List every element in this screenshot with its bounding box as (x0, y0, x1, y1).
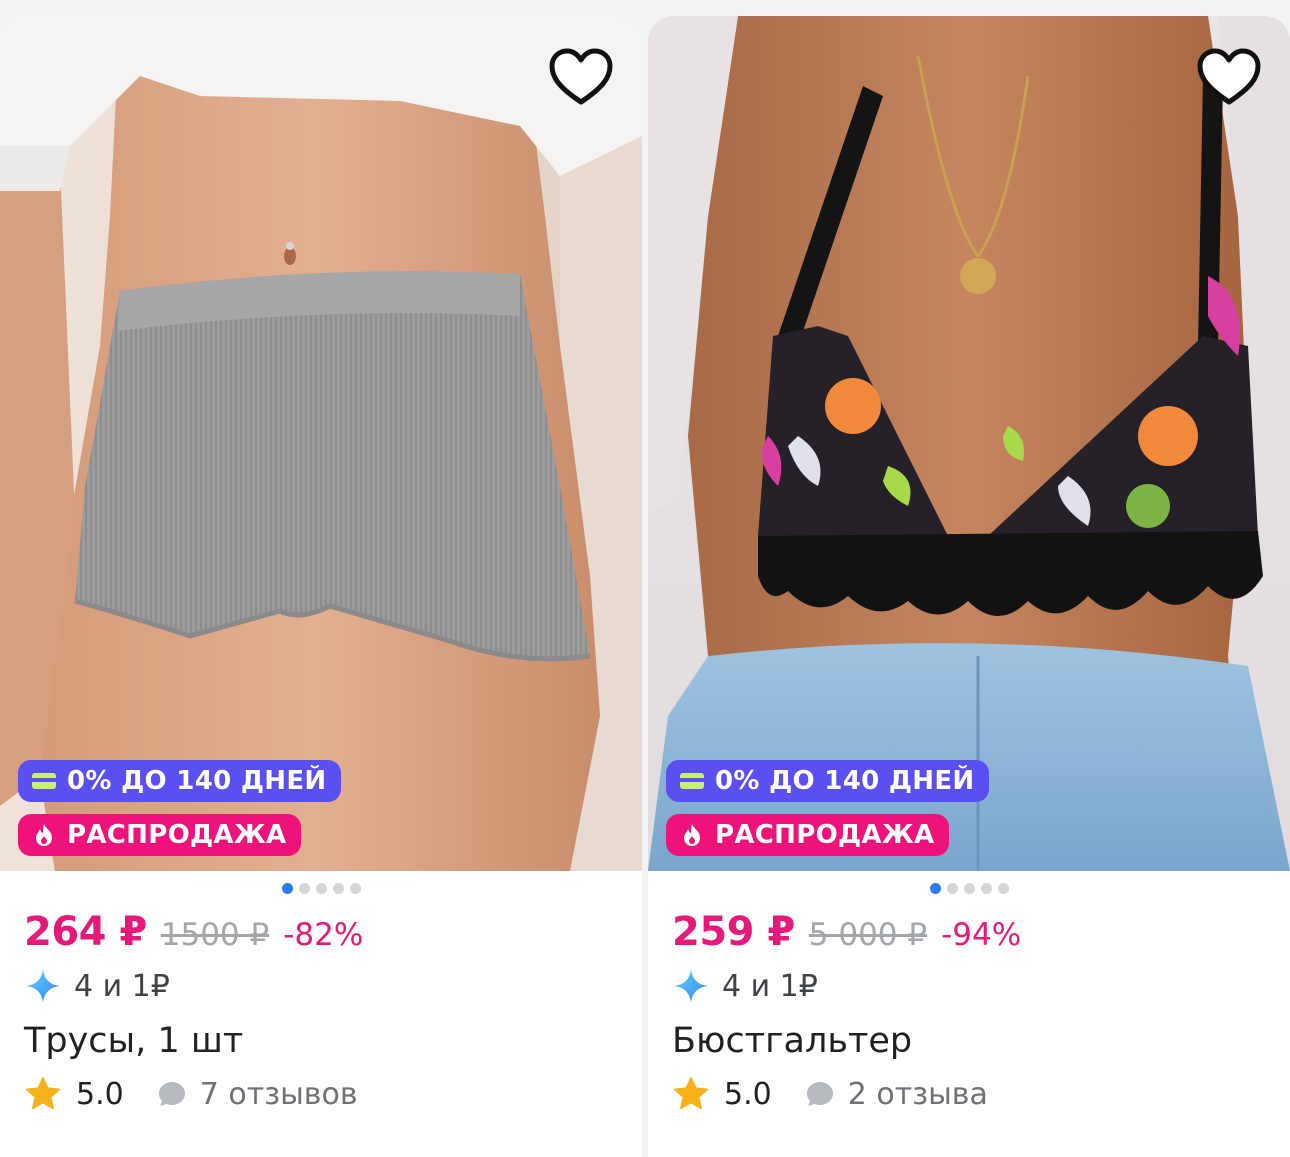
product-title[interactable]: Бюстгальтер (672, 1021, 1266, 1061)
product-grid: 0% ДО 140 ДНЕЙ РАСПРОДАЖА 264 ₽ 1500 ₽ -… (0, 0, 1290, 1157)
carousel-dot[interactable] (946, 883, 958, 894)
points-row: 4 и 1₽ (672, 967, 1266, 1005)
card-icon (32, 773, 56, 789)
rating-value: 5.0 (76, 1076, 124, 1112)
old-price: 5 000 ₽ (808, 917, 928, 953)
product-image (648, 16, 1290, 871)
rating-row: 5.0 7 отзывов (24, 1075, 618, 1113)
product-card[interactable]: 0% ДО 140 ДНЕЙ РАСПРОДАЖА 259 ₽ 5 000 ₽ … (648, 16, 1290, 1157)
points-text: 4 и 1₽ (722, 968, 818, 1004)
sparkle-icon (26, 969, 60, 1003)
current-price: 264 ₽ (24, 909, 147, 955)
product-info: 264 ₽ 1500 ₽ -82% 4 и 1₽ Трусы, 1 шт 5.0… (0, 909, 642, 1113)
chat-bubble-icon (806, 1082, 833, 1106)
points-text: 4 и 1₽ (74, 968, 170, 1004)
carousel-dot[interactable] (298, 883, 310, 894)
sparkle-icon (674, 969, 708, 1003)
installment-badge-label: 0% ДО 140 ДНЕЙ (715, 766, 975, 796)
sale-badge: РАСПРОДАЖА (666, 814, 950, 856)
carousel-dots (648, 883, 1290, 895)
carousel-dot[interactable] (980, 883, 992, 894)
discount-percent: -94% (941, 917, 1022, 953)
fire-icon (684, 824, 700, 846)
sale-badge-label: РАСПРОДАЖА (67, 820, 287, 850)
current-price: 259 ₽ (672, 909, 795, 955)
sale-badge-label: РАСПРОДАЖА (715, 820, 935, 850)
card-icon (680, 773, 704, 789)
star-icon (26, 1077, 60, 1110)
carousel-dot[interactable] (349, 883, 361, 894)
rating-row: 5.0 2 отзыва (672, 1075, 1266, 1113)
carousel-dot[interactable] (315, 883, 327, 894)
heart-outline-icon[interactable] (1194, 46, 1264, 108)
heart-outline-icon[interactable] (546, 46, 616, 108)
carousel-dot[interactable] (281, 883, 293, 894)
installment-badge-label: 0% ДО 140 ДНЕЙ (67, 766, 327, 796)
carousel-dot[interactable] (929, 883, 941, 894)
carousel-dots (0, 883, 642, 895)
price-row: 259 ₽ 5 000 ₽ -94% (672, 909, 1266, 955)
fire-icon (36, 824, 52, 846)
carousel-dot[interactable] (332, 883, 344, 894)
carousel-dot[interactable] (963, 883, 975, 894)
chat-bubble-icon (158, 1082, 185, 1106)
carousel-dot[interactable] (997, 883, 1009, 894)
star-icon (674, 1077, 708, 1110)
product-title[interactable]: Трусы, 1 шт (24, 1021, 618, 1061)
installment-badge: 0% ДО 140 ДНЕЙ (666, 760, 990, 802)
installment-badge: 0% ДО 140 ДНЕЙ (18, 760, 342, 802)
points-row: 4 и 1₽ (24, 967, 618, 1005)
badges: 0% ДО 140 ДНЕЙ РАСПРОДАЖА (18, 748, 342, 856)
badges: 0% ДО 140 ДНЕЙ РАСПРОДАЖА (666, 748, 990, 856)
rating-value: 5.0 (724, 1076, 772, 1112)
reviews-count[interactable]: 7 отзывов (200, 1077, 358, 1112)
product-image (0, 16, 642, 871)
reviews-count[interactable]: 2 отзыва (848, 1077, 988, 1112)
product-photo[interactable]: 0% ДО 140 ДНЕЙ РАСПРОДАЖА (648, 16, 1290, 871)
product-info: 259 ₽ 5 000 ₽ -94% 4 и 1₽ Бюстгальтер 5.… (648, 909, 1290, 1113)
price-row: 264 ₽ 1500 ₽ -82% (24, 909, 618, 955)
product-photo[interactable]: 0% ДО 140 ДНЕЙ РАСПРОДАЖА (0, 16, 642, 871)
product-card[interactable]: 0% ДО 140 ДНЕЙ РАСПРОДАЖА 264 ₽ 1500 ₽ -… (0, 16, 642, 1157)
sale-badge: РАСПРОДАЖА (18, 814, 302, 856)
old-price: 1500 ₽ (160, 917, 270, 953)
discount-percent: -82% (283, 917, 364, 953)
